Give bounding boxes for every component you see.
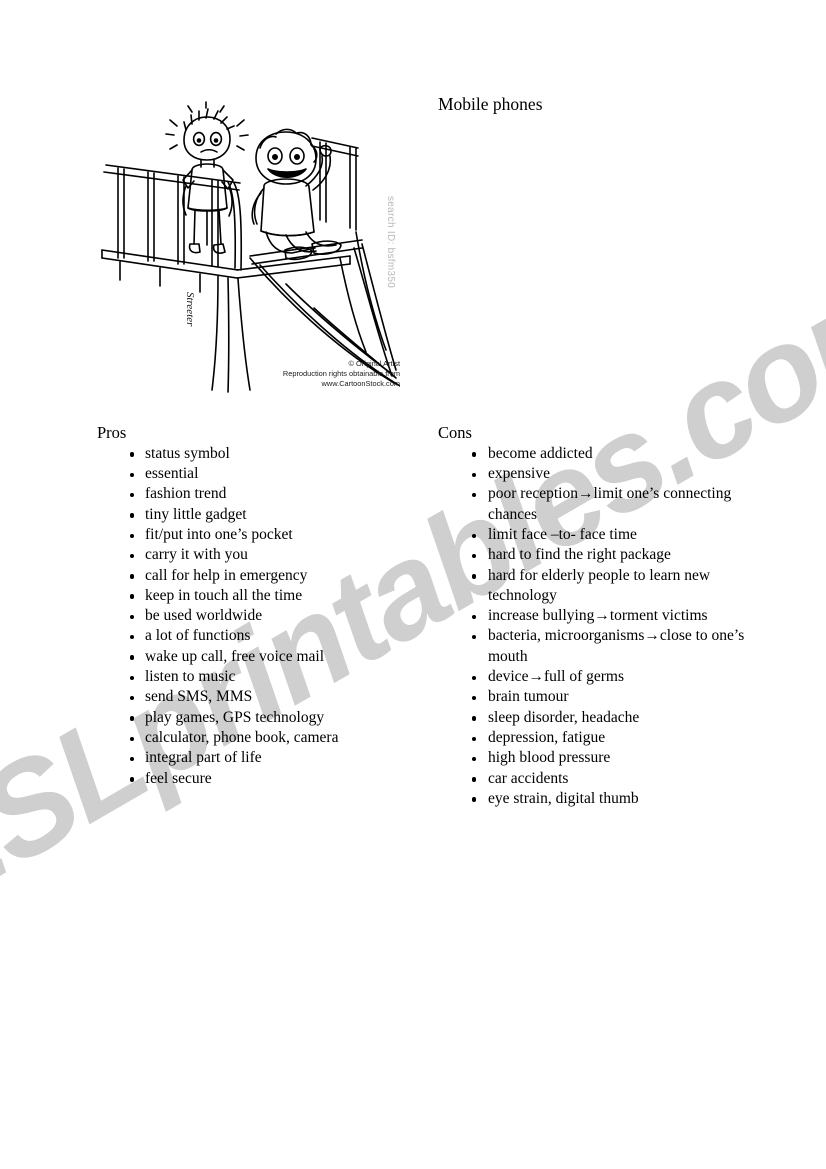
list-item: feel secure <box>97 769 417 789</box>
list-item: fit/put into one’s pocket <box>97 525 417 545</box>
pros-list: status symbol essential fashion trend tiny … <box>97 444 417 789</box>
list-item: be used worldwide <box>97 606 417 626</box>
cons-column: Cons become addicted expensive poor recept… <box>438 423 748 809</box>
list-item: calculator, phone book, camera <box>97 728 417 748</box>
pros-heading: Pros <box>97 423 127 442</box>
list-item: increase bullying→torment victims <box>438 606 748 626</box>
cons-heading: Cons <box>438 423 472 442</box>
list-item: carry it with you <box>97 545 417 565</box>
list-item: send SMS, MMS <box>97 687 417 707</box>
page-title: Mobile phones <box>438 94 543 114</box>
list-item: listen to music <box>97 667 417 687</box>
list-item: tiny little gadget <box>97 505 417 525</box>
list-item: depression, fatigue <box>438 728 748 748</box>
list-item: wake up call, free voice mail <box>97 647 417 667</box>
list-item: car accidents <box>438 769 748 789</box>
pros-column: Pros status symbol essential fashion trend… <box>97 423 417 789</box>
list-item: hard for elderly people to learn new tec… <box>438 566 748 607</box>
playground-slide-cartoon <box>100 98 400 400</box>
cartoon-artist-signature: Streeter <box>184 292 196 327</box>
cartoon-credit-line-3: www.CartoonStock.com <box>321 379 400 389</box>
list-item: integral part of life <box>97 748 417 768</box>
list-item: device→full of germs <box>438 667 748 687</box>
cartoon-credit: © Original Artist Reproduction rights ob… <box>226 359 400 390</box>
list-item: keep in touch all the time <box>97 586 417 606</box>
list-item: fashion trend <box>97 484 417 504</box>
list-item: poor reception→limit one’s connecting ch… <box>438 484 748 525</box>
cons-list: become addicted expensive poor reception→l… <box>438 444 748 809</box>
list-item: play games, GPS technology <box>97 708 417 728</box>
list-item: expensive <box>438 464 748 484</box>
list-item: a lot of functions <box>97 626 417 646</box>
list-item: sleep disorder, headache <box>438 708 748 728</box>
list-item: brain tumour <box>438 687 748 707</box>
cartoon-credit-line-1: © Original Artist <box>348 359 400 368</box>
list-item: hard to find the right package <box>438 545 748 565</box>
worksheet-page: ESLprintables.com Mobile phones search I… <box>0 0 826 1169</box>
list-item: become addicted <box>438 444 748 464</box>
list-item: essential <box>97 464 417 484</box>
list-item: bacteria, microorganisms→close to one’s … <box>438 626 748 667</box>
list-item: call for help in emergency <box>97 566 417 586</box>
list-item: status symbol <box>97 444 417 464</box>
list-item: eye strain, digital thumb <box>438 789 748 809</box>
list-item: high blood pressure <box>438 748 748 768</box>
cartoon-credit-line-2: Reproduction rights obtainable from <box>282 369 400 379</box>
list-item: limit face –to- face time <box>438 525 748 545</box>
